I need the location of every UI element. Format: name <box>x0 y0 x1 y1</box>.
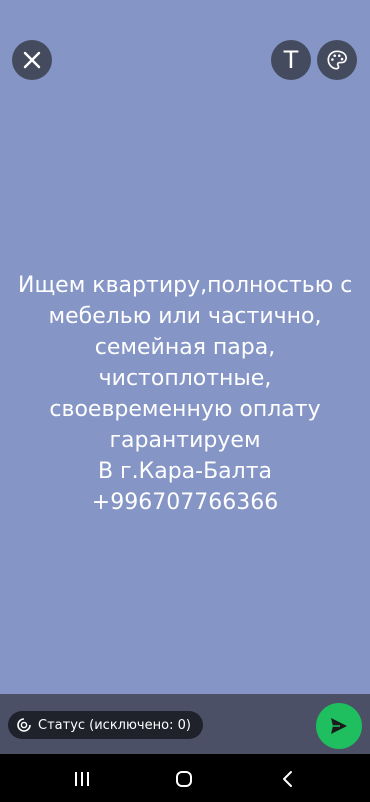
back-icon <box>283 771 292 787</box>
privacy-icon <box>16 717 32 733</box>
send-icon <box>331 718 347 734</box>
palette-button[interactable] <box>317 40 357 80</box>
close-button[interactable] <box>12 40 52 80</box>
text-tool-label: T <box>283 46 299 74</box>
recents-button[interactable] <box>70 768 94 790</box>
status-text-line: +996707766366 <box>91 490 279 515</box>
status-text-line: чистоплотные, <box>98 366 272 391</box>
home-button[interactable] <box>172 768 196 790</box>
status-text[interactable]: Ищем квартиру,полностью с мебелью или ча… <box>18 270 352 518</box>
status-text-line: Ищем квартиру,полностью с <box>18 273 353 298</box>
system-navigation-bar <box>0 754 370 802</box>
status-text-line: своевременную оплату <box>49 397 321 422</box>
close-icon <box>23 51 41 69</box>
back-button[interactable] <box>276 768 300 790</box>
palette-icon <box>327 50 347 70</box>
status-text-line: гарантируем <box>109 428 261 453</box>
status-text-line: В г.Кара-Балта <box>97 459 273 484</box>
status-composer-screen: T Ищем квартиру,полностью с мебелью или … <box>0 0 370 802</box>
send-button[interactable] <box>316 703 362 749</box>
text-tool-button[interactable]: T <box>271 40 311 80</box>
status-text-line: мебелью или частично, <box>48 304 322 329</box>
privacy-settings-chip[interactable]: Статус (исключено: 0) <box>8 711 203 739</box>
privacy-label: Статус (исключено: 0) <box>38 717 191 733</box>
home-icon <box>176 771 192 787</box>
recents-icon <box>75 772 89 786</box>
status-text-line: семейная пара, <box>94 335 276 360</box>
